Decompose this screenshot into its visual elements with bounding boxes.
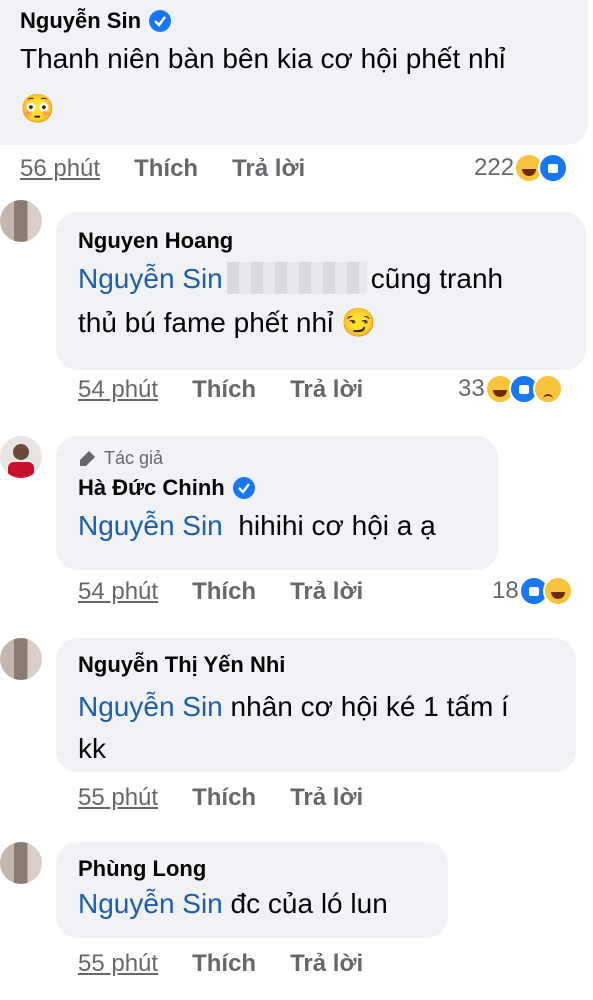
verified-badge-icon	[232, 477, 255, 499]
comment-text: Thanh niên bàn bên kia cơ hội phết nhỉ 😳	[20, 34, 588, 134]
comment-text-line: thủ bú fame phết nhỉ 😏	[78, 307, 376, 338]
comment-author[interactable]: Nguyễn Thị Yến Nhi	[78, 652, 576, 678]
like-icon	[538, 153, 569, 183]
comment-time[interactable]: 55 phút	[78, 950, 158, 978]
reply-button[interactable]: Trả lời	[290, 376, 363, 404]
comment-actions: 56 phút Thích Trả lời	[20, 155, 305, 183]
comment-actions: 55 phút Thích Trả lời	[78, 950, 363, 978]
author-name[interactable]: Nguyễn Sin	[20, 8, 141, 34]
comment-text-line: Thanh niên bàn bên kia cơ hội phết nhỉ	[20, 43, 506, 74]
comment-text: Nguyễn Sin nhân cơ hội ké 1 tấm í kk	[78, 686, 576, 770]
comment-bubble: Phùng Long Nguyễn Sin đc của ló lun	[56, 842, 448, 938]
author-badge: Tác giả	[78, 448, 498, 469]
comment-time[interactable]: 55 phút	[78, 784, 158, 812]
mention-link[interactable]: Nguyễn Sin	[78, 691, 223, 722]
comment-time[interactable]: 54 phút	[78, 376, 158, 404]
sad-icon	[532, 374, 563, 404]
like-button[interactable]: Thích	[192, 784, 256, 812]
comment-text: Nguyễn Sin cũng tranh thủ bú fame phết nh…	[78, 254, 586, 348]
reply-button[interactable]: Trả lời	[290, 784, 363, 812]
comment-bubble: Nguyen Hoang Nguyễn Sin cũng tranh thủ bú…	[56, 212, 586, 370]
comment-author[interactable]: Nguyen Hoang	[78, 228, 586, 254]
comment-bubble: Tác giả Hà Đức Chinh Nguyễn Sin hihihi c…	[56, 436, 498, 570]
reaction-count: 222	[474, 154, 515, 181]
comment-author[interactable]: Nguyễn Sin	[20, 8, 588, 34]
badge-label: Tác giả	[104, 448, 164, 468]
reaction-count: 18	[492, 577, 519, 604]
comment-bubble: Nguyễn Thị Yến Nhi Nguyễn Sin nhân cơ hộ…	[56, 638, 576, 772]
like-button[interactable]: Thích	[192, 376, 256, 404]
comment-bubble: Nguyễn Sin Thanh niên bàn bên kia cơ hội…	[0, 0, 588, 145]
author-name[interactable]: Hà Đức Chinh	[78, 475, 225, 501]
reaction-summary[interactable]: 222	[474, 153, 569, 183]
haha-icon	[542, 576, 573, 606]
reply-button[interactable]: Trả lời	[232, 155, 305, 183]
like-button[interactable]: Thích	[192, 578, 256, 606]
like-button[interactable]: Thích	[134, 155, 198, 183]
microphone-icon	[80, 450, 95, 466]
comment-text: Nguyễn Sin hihihi cơ hội a ạ	[78, 501, 498, 551]
comment-author[interactable]: Phùng Long	[78, 856, 448, 882]
mention-link[interactable]: Nguyễn Sin	[78, 888, 223, 919]
reply-button[interactable]: Trả lời	[290, 950, 363, 978]
comment-text-part: nhân cơ hội ké 1 tấm í	[230, 691, 509, 722]
comment-actions: 54 phút Thích Trả lời	[78, 376, 363, 404]
reaction-summary[interactable]: 18	[492, 576, 573, 606]
like-button[interactable]: Thích	[192, 950, 256, 978]
avatar[interactable]	[0, 436, 42, 478]
blurred-redaction	[226, 262, 367, 294]
reply-button[interactable]: Trả lời	[290, 578, 363, 606]
reaction-count: 33	[458, 375, 485, 402]
comment-time[interactable]: 54 phút	[78, 578, 158, 606]
avatar[interactable]	[0, 200, 42, 242]
verified-badge-icon	[149, 10, 172, 32]
comment-actions: 54 phút Thích Trả lời	[78, 578, 363, 606]
comment-text-part: hihihi cơ hội a ạ	[238, 510, 436, 541]
avatar[interactable]	[0, 638, 42, 680]
comment-time[interactable]: 56 phút	[20, 155, 100, 183]
avatar[interactable]	[0, 842, 42, 884]
comment-author[interactable]: Hà Đức Chinh	[78, 475, 498, 501]
comment-text-line: kk	[78, 733, 106, 764]
mention-link[interactable]: Nguyễn Sin	[78, 263, 223, 294]
comment-emoji: 😳	[20, 93, 55, 124]
comment-text-part: đc của ló lun	[230, 888, 388, 919]
mention-link[interactable]: Nguyễn Sin	[78, 510, 223, 541]
reaction-summary[interactable]: 33	[458, 374, 563, 404]
comment-text: Nguyễn Sin đc của ló lun	[78, 882, 448, 926]
comment-actions: 55 phút Thích Trả lời	[78, 784, 363, 812]
comment-text-part: cũng tranh	[370, 263, 504, 294]
